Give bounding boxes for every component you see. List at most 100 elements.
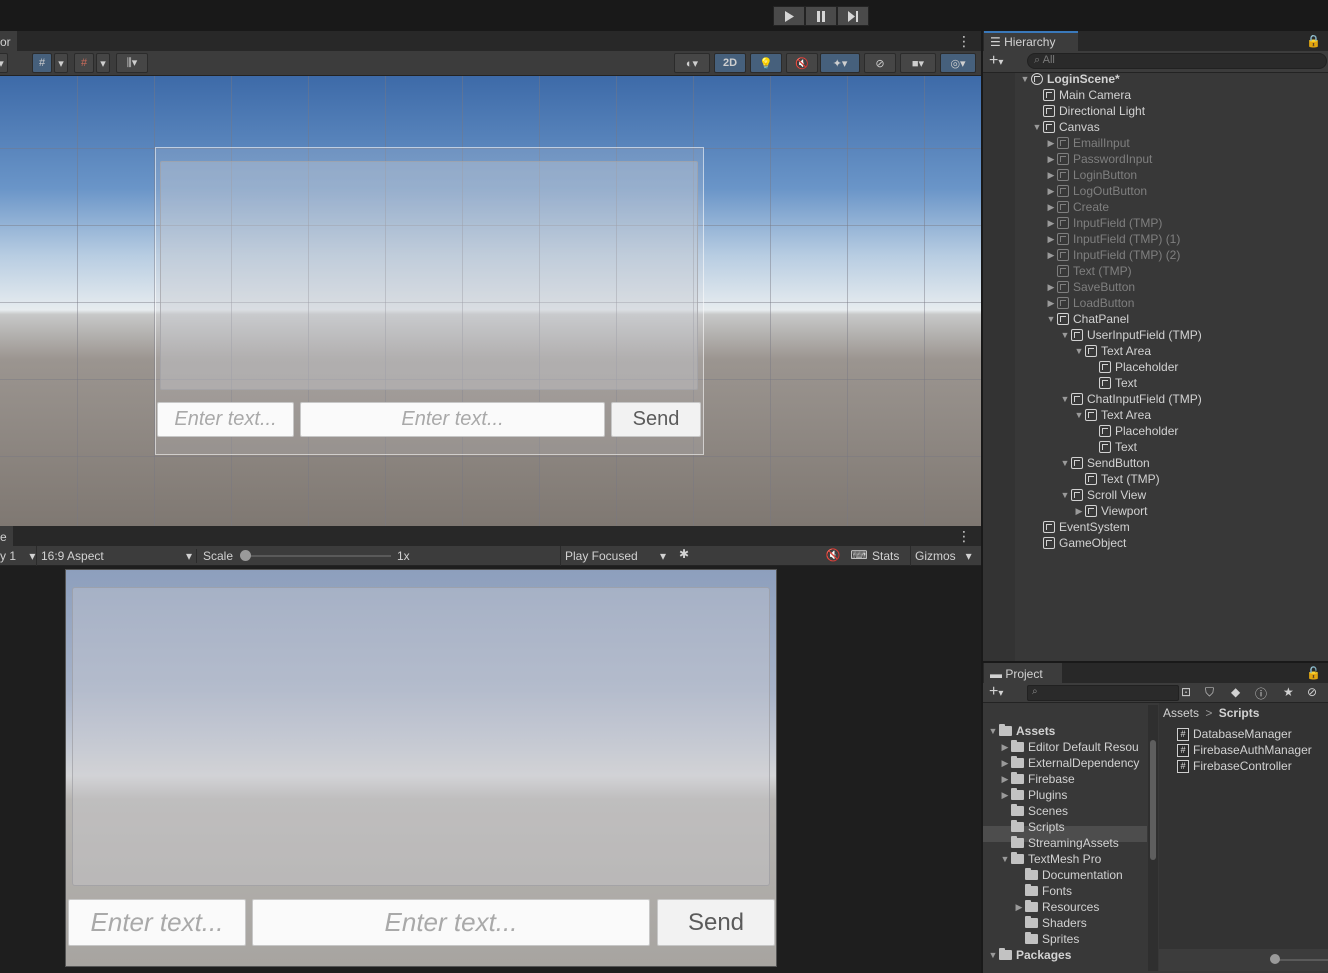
tree-item[interactable]: ▶ ExternalDependency	[999, 755, 1139, 771]
audio-toggle-icon[interactable]: 🔇	[786, 53, 818, 73]
grid-snap-dropdown[interactable]: ▾	[54, 53, 68, 73]
list-item[interactable]: GameObject	[1043, 535, 1126, 551]
list-item[interactable]: ▼ Text Area	[1073, 343, 1152, 359]
list-item[interactable]: Placeholder	[1099, 359, 1178, 375]
tree-item[interactable]: ▶ Plugins	[999, 787, 1067, 803]
scale-slider-handle[interactable]	[240, 550, 251, 561]
pause-button[interactable]	[805, 6, 837, 26]
aspect-dropdown[interactable]: 16:9 Aspect ▾	[36, 546, 196, 566]
list-item[interactable]: ▶ PasswordInput	[1045, 151, 1153, 167]
list-item[interactable]: ▼ Text Area	[1073, 407, 1152, 423]
list-item[interactable]: Text (TMP)	[1057, 263, 1132, 279]
2d-toggle-button[interactable]: 2D	[714, 53, 746, 73]
more-options-icon[interactable]: ⋮	[957, 33, 971, 50]
list-item[interactable]: ▶ SaveButton	[1045, 279, 1136, 295]
tree-item[interactable]: Fonts	[1025, 883, 1072, 899]
tree-scrollbar[interactable]	[1148, 705, 1158, 971]
list-item[interactable]: EventSystem	[1043, 519, 1130, 535]
keyboard-icon[interactable]: ⌨	[848, 548, 870, 562]
increment-snap-icon[interactable]: ⫼▾	[116, 53, 148, 73]
list-item[interactable]: Text (TMP)	[1085, 471, 1160, 487]
breadcrumb-root[interactable]: Assets	[1163, 706, 1199, 720]
list-item[interactable]: ▶ EmailInput	[1045, 135, 1130, 151]
tree-item[interactable]: ▼ TextMesh Pro	[999, 851, 1101, 867]
file-item[interactable]: # FirebaseAuthManager	[1177, 742, 1312, 758]
list-item[interactable]: ▼ Canvas	[1031, 119, 1100, 135]
send-button[interactable]: Send	[657, 899, 775, 946]
tree-item[interactable]: StreamingAssets	[1011, 835, 1119, 851]
mute-audio-icon[interactable]: 🔇	[822, 548, 844, 562]
grid-snap-icon[interactable]: #	[32, 53, 52, 73]
game-view[interactable]: Enter text... Enter text... Send	[0, 566, 981, 973]
filter-by-label-icon[interactable]: ⛉	[1205, 685, 1214, 700]
list-item[interactable]: ▶ LoginButton	[1045, 167, 1138, 183]
create-button[interactable]: +▾	[989, 683, 1003, 701]
file-item[interactable]: # DatabaseManager	[1177, 726, 1292, 742]
list-item[interactable]: ▼ SendButton	[1059, 455, 1150, 471]
list-item[interactable]: ▼ ChatPanel	[1045, 311, 1130, 327]
project-search-input[interactable]: ⌕	[1027, 685, 1179, 701]
tree-item[interactable]: Scripts	[1011, 819, 1065, 835]
tool-dropdown[interactable]: ▾	[0, 53, 8, 73]
scene-root[interactable]: ▼ LoginScene*	[1019, 71, 1120, 87]
hierarchy-search-input[interactable]: ⌕ All	[1027, 53, 1327, 69]
list-item[interactable]: Text	[1099, 439, 1137, 455]
tab-project[interactable]: ▬ Project	[984, 663, 1062, 683]
list-item[interactable]: ▶ InputField (TMP) (1)	[1045, 231, 1181, 247]
list-item[interactable]: ▶ LogOutButton	[1045, 183, 1148, 199]
list-item[interactable]: ▶ InputField (TMP)	[1045, 215, 1163, 231]
play-button[interactable]	[773, 6, 805, 26]
list-item[interactable]: ▼ ChatInputField (TMP)	[1059, 391, 1202, 407]
stats-button[interactable]: Stats	[872, 549, 899, 563]
list-item[interactable]: Directional Light	[1043, 103, 1145, 119]
tree-item[interactable]: Shaders	[1025, 915, 1087, 931]
camera-settings-icon[interactable]: ■▾	[900, 53, 936, 73]
icon-size-slider[interactable]	[1275, 959, 1328, 961]
tab-hierarchy[interactable]: ☰ Hierarchy	[984, 31, 1078, 51]
tree-item[interactable]: Sprites	[1025, 931, 1079, 947]
warning-icon[interactable]: ⓘ	[1255, 685, 1267, 702]
chat-input-field[interactable]: Enter text...	[252, 899, 650, 946]
list-item[interactable]: Text	[1099, 375, 1137, 391]
list-item[interactable]: ▼ Scroll View	[1059, 487, 1147, 503]
user-input-field[interactable]: Enter text...	[68, 899, 246, 946]
list-item[interactable]: ▶ Create	[1045, 199, 1110, 215]
more-options-icon[interactable]: ⋮	[957, 528, 971, 545]
list-item[interactable]: ▼ UserInputField (TMP)	[1059, 327, 1202, 343]
file-item[interactable]: # FirebaseController	[1177, 758, 1292, 774]
gizmos-toggle-icon[interactable]: ◎▾	[940, 53, 976, 73]
tree-item[interactable]: Scenes	[1011, 803, 1068, 819]
tree-item[interactable]: ▶ Editor Default Resou	[999, 739, 1139, 755]
star-icon[interactable]: ★	[1283, 685, 1294, 699]
icon-size-slider-handle[interactable]	[1270, 954, 1280, 964]
tree-item[interactable]: Documentation	[1025, 867, 1123, 883]
lock-icon[interactable]: 🔓	[1306, 666, 1321, 680]
tab-game[interactable]: e	[0, 526, 13, 546]
list-item[interactable]: ▶ InputField (TMP) (2)	[1045, 247, 1181, 263]
scrollbar-thumb[interactable]	[1150, 740, 1156, 860]
lock-icon[interactable]: 🔒	[1306, 34, 1321, 48]
lighting-toggle-icon[interactable]: 💡	[750, 53, 782, 73]
list-item[interactable]: Placeholder	[1099, 423, 1178, 439]
scale-slider[interactable]	[244, 555, 391, 557]
display-dropdown[interactable]: y 1 ▾	[0, 549, 35, 563]
grid-visibility-icon[interactable]: #	[74, 53, 94, 73]
bug-icon[interactable]: ✱	[674, 547, 694, 565]
tree-item[interactable]: ▼ Assets	[987, 723, 1055, 739]
tree-item[interactable]: ▶ Resources	[1013, 899, 1099, 915]
grid-visibility-dropdown[interactable]: ▾	[96, 53, 110, 73]
list-item[interactable]: ▶ Viewport	[1073, 503, 1148, 519]
tree-item[interactable]: ▼ Packages	[987, 947, 1071, 963]
tag-icon[interactable]: ◆	[1231, 685, 1240, 699]
step-button[interactable]	[837, 6, 869, 26]
list-item[interactable]: ▶ LoadButton	[1045, 295, 1135, 311]
scene-view[interactable]: Enter text... Enter text... Send	[0, 76, 981, 526]
hidden-objects-icon[interactable]: ⊘	[864, 53, 896, 73]
hidden-packages-icon[interactable]: ⊘	[1307, 685, 1317, 699]
effects-toggle-icon[interactable]: ✦▾	[820, 53, 860, 73]
tree-item[interactable]: ▶ Firebase	[999, 771, 1075, 787]
search-by-type-icon[interactable]: ⊡	[1181, 685, 1191, 699]
add-button[interactable]: +▾	[989, 52, 1003, 70]
play-focused-dropdown[interactable]: Play Focused ▾	[560, 546, 670, 566]
draw-mode-icon[interactable]: ◐▾	[674, 53, 710, 73]
